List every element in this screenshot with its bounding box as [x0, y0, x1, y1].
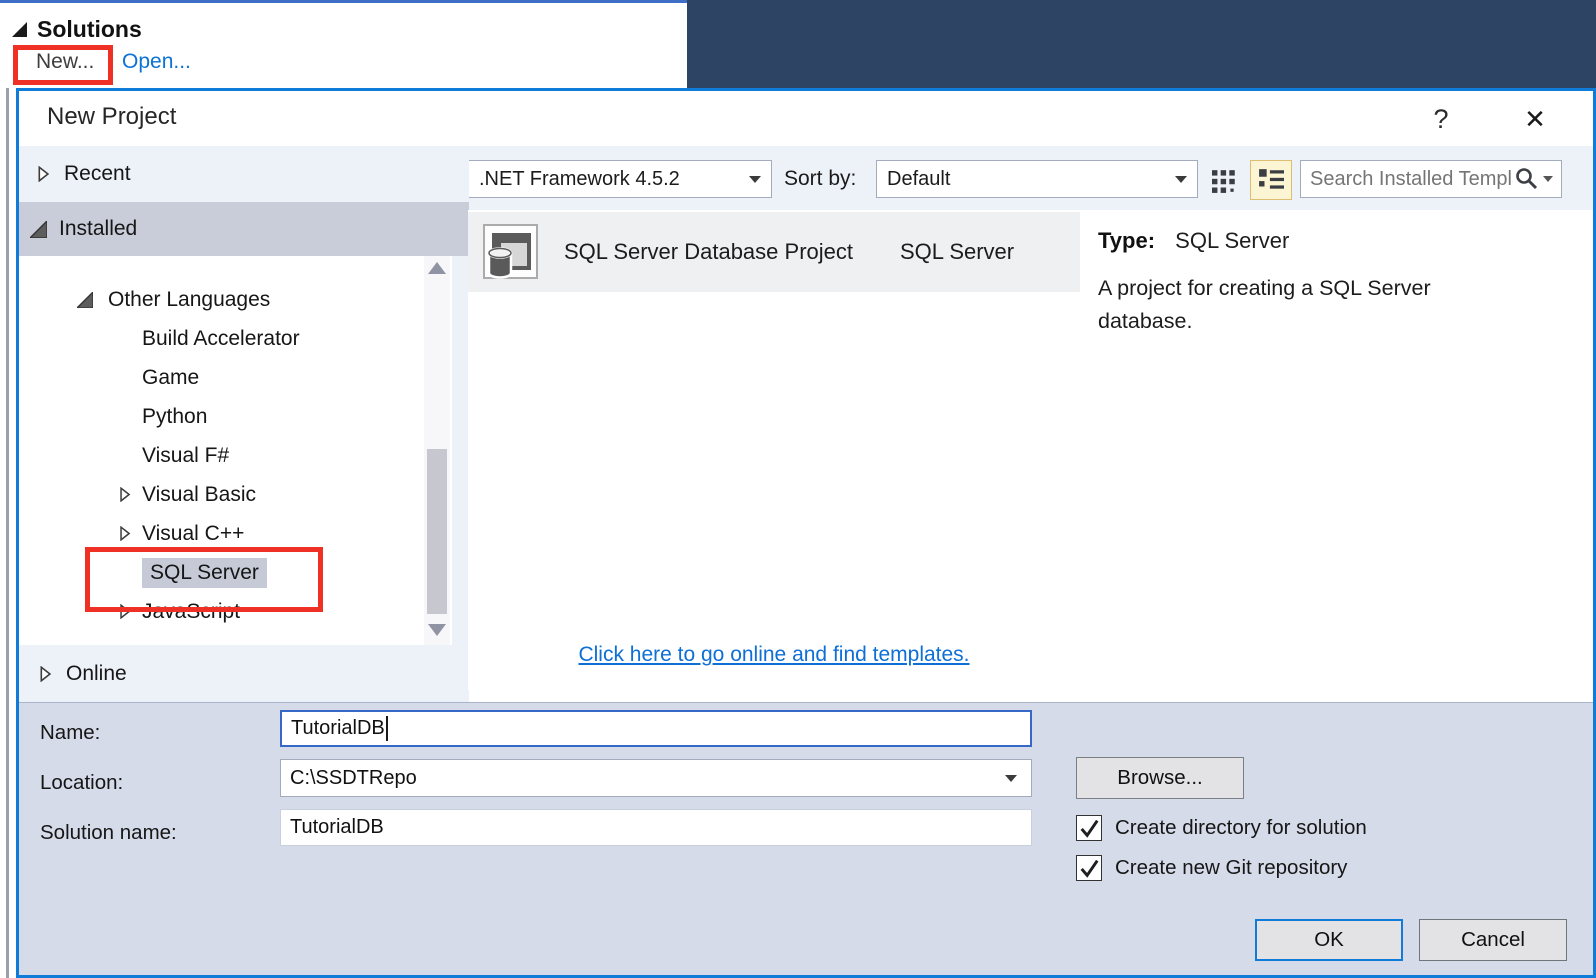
list-view-button-selected[interactable] [1250, 160, 1292, 200]
tree-item-game[interactable]: Game [19, 358, 424, 397]
location-value: C:\SSDTRepo [290, 766, 417, 789]
search-options-chevron-icon[interactable] [1543, 176, 1553, 182]
dialog-title: New Project [47, 103, 177, 130]
dialog-titlebar: New Project ? ✕ [19, 91, 1593, 146]
installed-label: Installed [59, 217, 138, 240]
create-git-checkbox-row: Create new Git repository [1076, 855, 1347, 881]
sidebar-item-online[interactable]: Online [19, 645, 469, 702]
solution-name-label: Solution name: [40, 821, 177, 844]
create-directory-label: Create directory for solution [1115, 816, 1367, 839]
scroll-down-icon[interactable] [428, 624, 446, 636]
sort-dropdown[interactable]: Default [876, 160, 1198, 198]
text-caret [385, 716, 388, 741]
small-icons-view-button[interactable] [1206, 164, 1244, 198]
list-view-icon [1259, 169, 1284, 189]
open-solution-link[interactable]: Open... [122, 50, 191, 74]
sort-value: Default [887, 167, 951, 190]
sort-by-label: Sort by: [784, 167, 857, 190]
framework-value: .NET Framework 4.5.2 [479, 167, 680, 190]
ok-button[interactable]: OK [1255, 919, 1403, 961]
template-item-sql-server-database-project[interactable]: SQL Server Database Project SQL Server [468, 212, 1080, 292]
template-description: A project for creating a SQL Server data… [1098, 276, 1431, 333]
window-background [687, 0, 1596, 88]
collapsed-triangle-icon [120, 487, 131, 502]
online-label: Online [66, 661, 127, 685]
template-category: SQL Server [900, 239, 1015, 264]
screen: Solutions New... Open... New Project ? ✕… [0, 0, 1596, 978]
location-label: Location: [40, 771, 124, 794]
type-label: Type: [1098, 228, 1156, 253]
expanded-triangle-icon [30, 220, 47, 238]
category-sidebar: Recent Installed Other Languages Build A… [19, 146, 469, 702]
tree-item-python[interactable]: Python [19, 397, 424, 436]
dialog-footer: Name: TutorialDB Location: C:\SSDTRepo B… [19, 702, 1593, 975]
location-combobox[interactable]: C:\SSDTRepo [280, 759, 1032, 797]
tree-item-visual-basic[interactable]: Visual Basic [19, 475, 424, 514]
tree-item-build-accelerator[interactable]: Build Accelerator [19, 319, 424, 358]
checkmark-icon [1080, 819, 1099, 838]
collapsed-triangle-icon [120, 526, 131, 541]
browse-button[interactable]: Browse... [1076, 757, 1244, 799]
scroll-up-icon[interactable] [428, 262, 446, 274]
type-value: SQL Server [1175, 228, 1290, 253]
name-value: TutorialDB [291, 717, 385, 739]
recent-label: Recent [64, 162, 131, 185]
name-label: Name: [40, 721, 101, 744]
underlying-window-edge [0, 88, 16, 978]
solution-name-field[interactable]: TutorialDB [280, 809, 1032, 846]
tree-item-visual-fsharp[interactable]: Visual F# [19, 436, 424, 475]
sidebar-item-installed[interactable]: Installed [19, 202, 469, 256]
chevron-down-icon [749, 175, 761, 183]
sidebar-item-recent[interactable]: Recent [19, 146, 469, 202]
solution-name-value: TutorialDB [290, 816, 384, 838]
create-directory-checkbox-row: Create directory for solution [1076, 815, 1367, 841]
create-git-label: Create new Git repository [1115, 856, 1348, 879]
grid-view-icon [1212, 170, 1235, 193]
create-git-checkbox[interactable] [1076, 855, 1102, 881]
collapsed-triangle-icon [38, 166, 50, 182]
go-online-link[interactable]: Click here to go online and find templat… [468, 643, 1080, 667]
annotation-red-box-new [13, 45, 113, 85]
tree-item-other-languages[interactable]: Other Languages [19, 280, 424, 319]
search-input[interactable] [1301, 166, 1515, 192]
template-list: SQL Server Database Project SQL Server C… [468, 210, 1080, 690]
checkmark-icon [1080, 859, 1099, 878]
new-project-dialog: New Project ? ✕ .NET Framework 4.5.2 Sor… [16, 88, 1596, 978]
name-field[interactable]: TutorialDB [280, 710, 1032, 747]
collapsed-triangle-icon [40, 665, 52, 682]
expanded-triangle-icon[interactable] [12, 22, 27, 37]
tree-scrollbar[interactable] [424, 256, 450, 645]
annotation-red-box-sql-server [85, 547, 323, 612]
template-info-panel: Type: SQL Server A project for creating … [1080, 210, 1590, 690]
sql-database-project-icon [483, 224, 538, 279]
close-icon[interactable]: ✕ [1511, 97, 1559, 141]
chevron-down-icon[interactable] [1005, 774, 1017, 782]
expanded-triangle-icon [77, 291, 93, 308]
search-icon[interactable] [1515, 167, 1539, 191]
template-name: SQL Server Database Project [564, 239, 853, 264]
framework-dropdown[interactable]: .NET Framework 4.5.2 [468, 160, 772, 198]
cancel-button[interactable]: Cancel [1419, 919, 1567, 961]
chevron-down-icon [1175, 175, 1187, 183]
solutions-title: Solutions [37, 16, 142, 42]
scrollbar-thumb[interactable] [427, 449, 447, 614]
solutions-panel: Solutions New... Open... [0, 0, 687, 91]
template-search [1300, 160, 1562, 198]
create-directory-checkbox[interactable] [1076, 815, 1102, 841]
help-icon[interactable]: ? [1419, 97, 1463, 141]
